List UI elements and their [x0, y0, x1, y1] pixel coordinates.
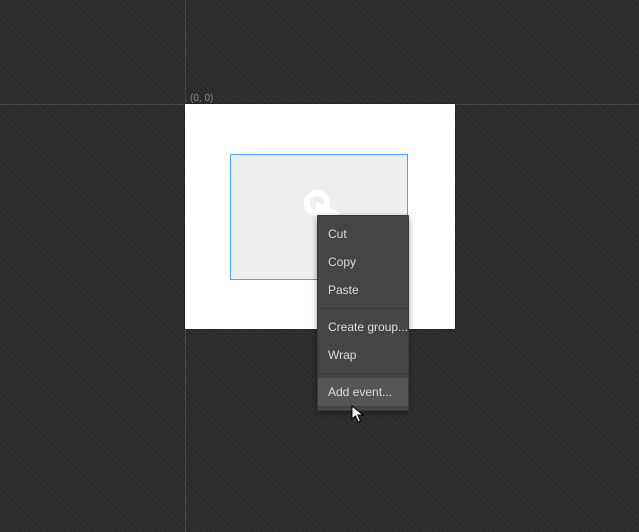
menu-item-paste[interactable]: Paste [318, 276, 408, 304]
menu-item-create-group[interactable]: Create group... [318, 313, 408, 341]
menu-item-wrap[interactable]: Wrap [318, 341, 408, 369]
menu-item-add-event[interactable]: Add event... [318, 378, 408, 406]
origin-coordinates: (0, 0) [190, 93, 213, 104]
context-menu: Cut Copy Paste Create group... Wrap Add … [317, 215, 409, 411]
menu-item-cut[interactable]: Cut [318, 220, 408, 248]
menu-item-copy[interactable]: Copy [318, 248, 408, 276]
